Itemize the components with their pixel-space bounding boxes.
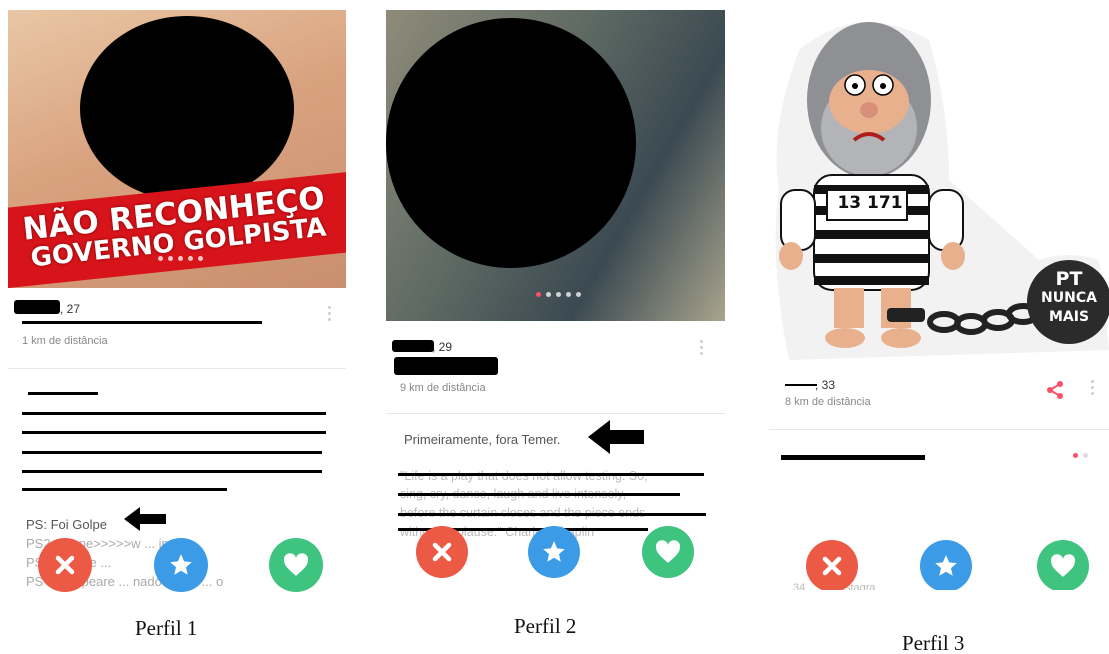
kebab-menu-icon[interactable] [700,340,704,358]
share-icon[interactable] [1045,380,1065,400]
caption-profile-3: Perfil 3 [902,631,965,654]
close-icon [55,555,75,575]
profile-age: , 33 [815,378,836,392]
like-button[interactable] [269,538,323,592]
profile-age: , 29 [432,340,453,354]
caption-profile-2: Perfil 2 [514,614,577,638]
profile-card-1[interactable]: NÃO RECONHEÇO GOVERNO GOLPISTA , 27 1 km… [8,10,346,592]
pagination-dot [546,292,551,297]
pagination-dot-active [1073,453,1078,458]
pagination-dot [198,256,203,261]
caption-profile-1: Perfil 1 [135,616,198,640]
super-like-button[interactable] [920,540,972,590]
heart-icon [283,553,309,576]
photo-pagination[interactable] [536,292,581,297]
bio-redaction [22,470,322,473]
ball-text-line-3: MAIS [1048,309,1090,325]
profile-photo-3[interactable]: 13 171 PT NUNCA MAIS [769,10,1109,365]
profile-distance: 9 km de distância [400,382,486,394]
bio-redaction [22,451,322,454]
star-icon [170,554,192,575]
kebab-menu-icon[interactable] [328,306,332,324]
pagination-dot [158,256,163,261]
school-redaction [22,321,262,324]
like-button[interactable] [1037,540,1089,590]
section-divider [8,368,346,369]
arrow-left-icon [124,507,166,531]
nope-button[interactable] [806,540,858,590]
arrow-left-icon [588,420,644,454]
pagination-dot [188,256,193,261]
close-icon [432,542,452,562]
pagination-dot-active [536,292,541,297]
pagination-dot [576,292,581,297]
ball-text-line-1: PT [1055,268,1083,290]
face-redaction [80,16,294,201]
star-icon [543,541,565,562]
pagination-dot [168,256,173,261]
heart-icon [1050,554,1076,577]
bio-visible-text: PS: Foi Golpe [26,517,107,532]
profile-card-3[interactable]: 13 171 PT NUNCA MAIS , 33 8 km de distân… [769,10,1109,590]
profile-age: , 27 [60,302,81,316]
section-divider [386,413,725,414]
pagination-dot [178,256,183,261]
name-redaction [392,340,434,352]
bio-redaction [22,488,227,491]
bio-redaction [781,455,925,460]
profile-photo-1[interactable]: NÃO RECONHEÇO GOVERNO GOLPISTA [8,10,346,288]
quote-line: "Life is a play that does not allow test… [400,469,648,483]
bio-pagination [1073,453,1088,458]
nope-button[interactable] [38,538,92,592]
bio-redaction [22,412,326,415]
bio-redaction [398,473,704,476]
school-redaction [394,357,498,375]
nope-button[interactable] [416,526,468,578]
name-redaction [14,300,60,314]
bio-redaction [28,392,98,395]
bio-redaction [398,493,680,496]
face-redaction [386,18,636,268]
super-like-button[interactable] [528,526,580,578]
pagination-dot [566,292,571,297]
close-icon [822,556,842,576]
profile-card-2[interactable]: , 29 9 km de distância Primeiramente, fo… [386,10,725,590]
profile-distance: 8 km de distância [785,396,871,408]
super-like-button[interactable] [154,538,208,592]
profile-photo-2[interactable] [386,10,725,321]
like-button[interactable] [642,526,694,578]
profile-distance: 1 km de distância [22,335,108,347]
prisoner-number: 13 171 [837,193,903,213]
pagination-dot [1083,453,1088,458]
ball-text-line-2: NUNCA [1041,290,1097,306]
photo-pagination[interactable] [158,256,203,261]
pagination-dot [556,292,561,297]
section-divider [769,429,1109,430]
heart-icon [655,540,681,563]
bio-redaction [398,513,706,516]
name-redaction [785,384,817,386]
bio-redaction [22,431,326,434]
bio-visible-text: Primeiramente, fora Temer. [404,432,561,447]
star-icon [935,555,957,576]
kebab-menu-icon[interactable] [1091,380,1095,398]
